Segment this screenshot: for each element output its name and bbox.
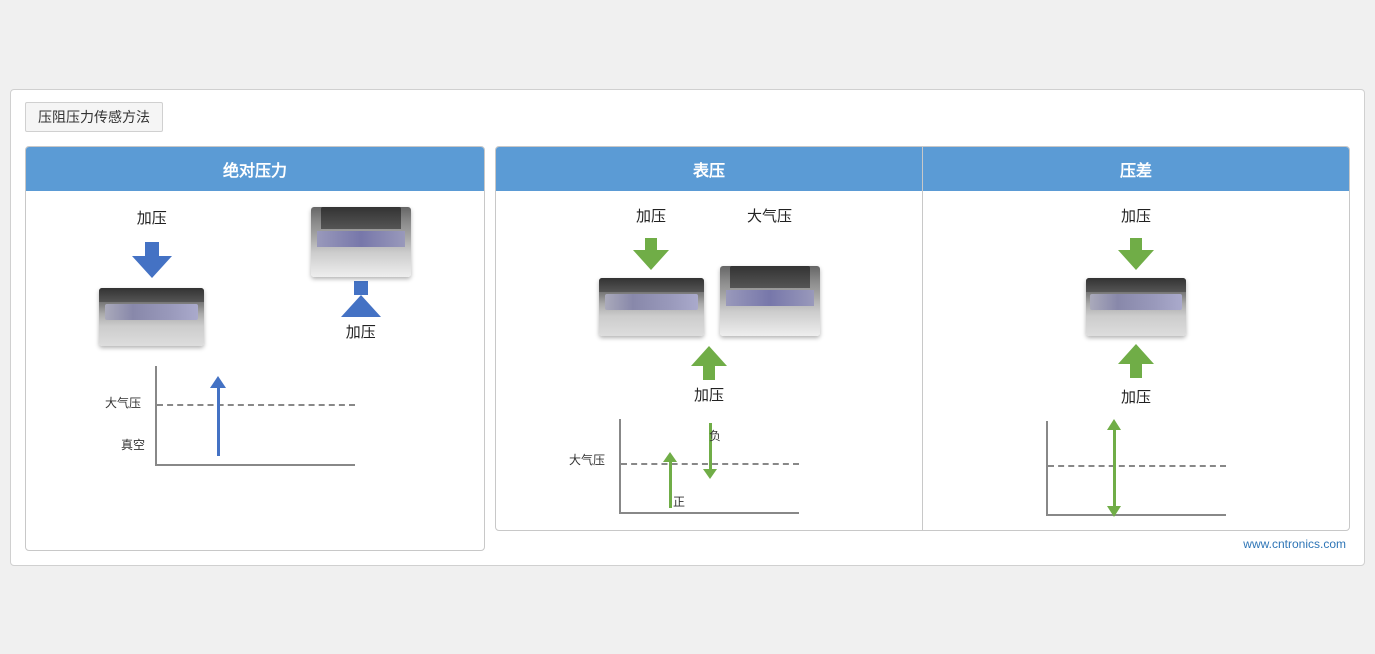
abs-chart: 大气压 真空 [155,366,355,466]
gauge-chart-down-head [703,469,717,479]
abs-chart-dotted-line [157,404,355,406]
differential-body: 加压 加压 [923,191,1349,530]
gauge-left-device: 加压 [599,205,704,336]
right-panels: 表压 加压 [495,146,1350,551]
abs-right-device: 加压 [311,207,411,346]
gauge-right-device: 大气压 [720,205,820,336]
page-title: 压阻压力传感方法 [25,102,163,132]
abs-pressure-top-label: 加压 [137,207,167,228]
gauge-chart-up-stem [669,462,672,508]
gauge-diff-container: 表压 加压 [495,146,1350,531]
diff-double-arrow [1113,429,1116,507]
diff-chart-dotted [1048,465,1226,467]
green-down-stem [645,238,657,250]
green-up-stem-gauge [703,366,715,380]
gauge-chart-atm-label: 大气压 [569,451,605,468]
absolute-pressure-body: 加压 加压 [26,191,484,482]
absolute-pressure-header: 绝对压力 [26,147,484,191]
differential-section: 压差 加压 [923,147,1349,530]
blue-up-arrow [341,281,381,317]
blue-down-arrow-stem [145,242,159,256]
gauge-atm-top-label: 大气压 [747,205,792,226]
abs-sensor-device-left [99,288,204,346]
abs-left-device: 加压 [99,207,204,346]
abs-pressure-bottom-label: 加压 [346,321,376,342]
blue-up-arrow-stem [354,281,368,295]
gauge-sensor-right [720,266,820,336]
gauge-neg-label: 负 [709,427,721,444]
green-down-stem-diff [1130,238,1142,250]
gauge-device-pair: 加压 大气压 [599,205,820,336]
green-up-head-diff [1118,344,1154,364]
diff-pressure-top-label: 加压 [1121,205,1151,226]
abs-devices-row: 加压 加压 [46,207,464,346]
blue-down-arrow [132,242,172,278]
green-up-stem-diff [1130,364,1142,378]
gauge-pressure-section: 表压 加压 [496,147,923,530]
abs-chart-blue-arrow [217,386,220,456]
blue-down-arrow-head [132,256,172,278]
diff-pressure-bottom-label: 加压 [1121,386,1151,407]
abs-chart-vacuum-label: 真空 [121,436,145,453]
abs-sensor-device-right [311,207,411,277]
green-up-head-gauge [691,346,727,366]
gauge-pressure-bottom-label: 加压 [694,384,724,405]
abs-chart-atm-label: 大气压 [105,394,141,411]
main-content: 绝对压力 加压 [25,146,1350,551]
page-wrapper: 压阻压力传感方法 绝对压力 加压 [10,89,1365,566]
watermark: www.cntronics.com [495,537,1350,551]
diff-sensor [1086,278,1186,336]
gauge-sensor-left [599,278,704,336]
green-down-arrow-gauge [633,238,669,270]
green-down-head-diff [1118,250,1154,270]
green-down-arrow-diff [1118,238,1154,270]
absolute-pressure-panel: 绝对压力 加压 [25,146,485,551]
gauge-pos-label: 正 [673,493,685,510]
gauge-pressure-top-label: 加压 [636,205,666,226]
green-down-head [633,250,669,270]
gauge-pressure-header: 表压 [496,147,922,191]
green-up-arrow-diff [1118,344,1154,378]
green-up-arrow-gauge-bottom [691,346,727,380]
differential-header: 压差 [923,147,1349,191]
diff-double-arrow-container [1113,429,1116,507]
diff-chart [1046,421,1226,516]
blue-up-arrow-head [341,295,381,317]
gauge-chart-up-head [663,452,677,462]
gauge-chart: 大气压 [619,419,799,514]
diff-top-device: 加压 加压 [1086,205,1186,411]
gauge-body: 加压 大气压 [496,191,922,530]
